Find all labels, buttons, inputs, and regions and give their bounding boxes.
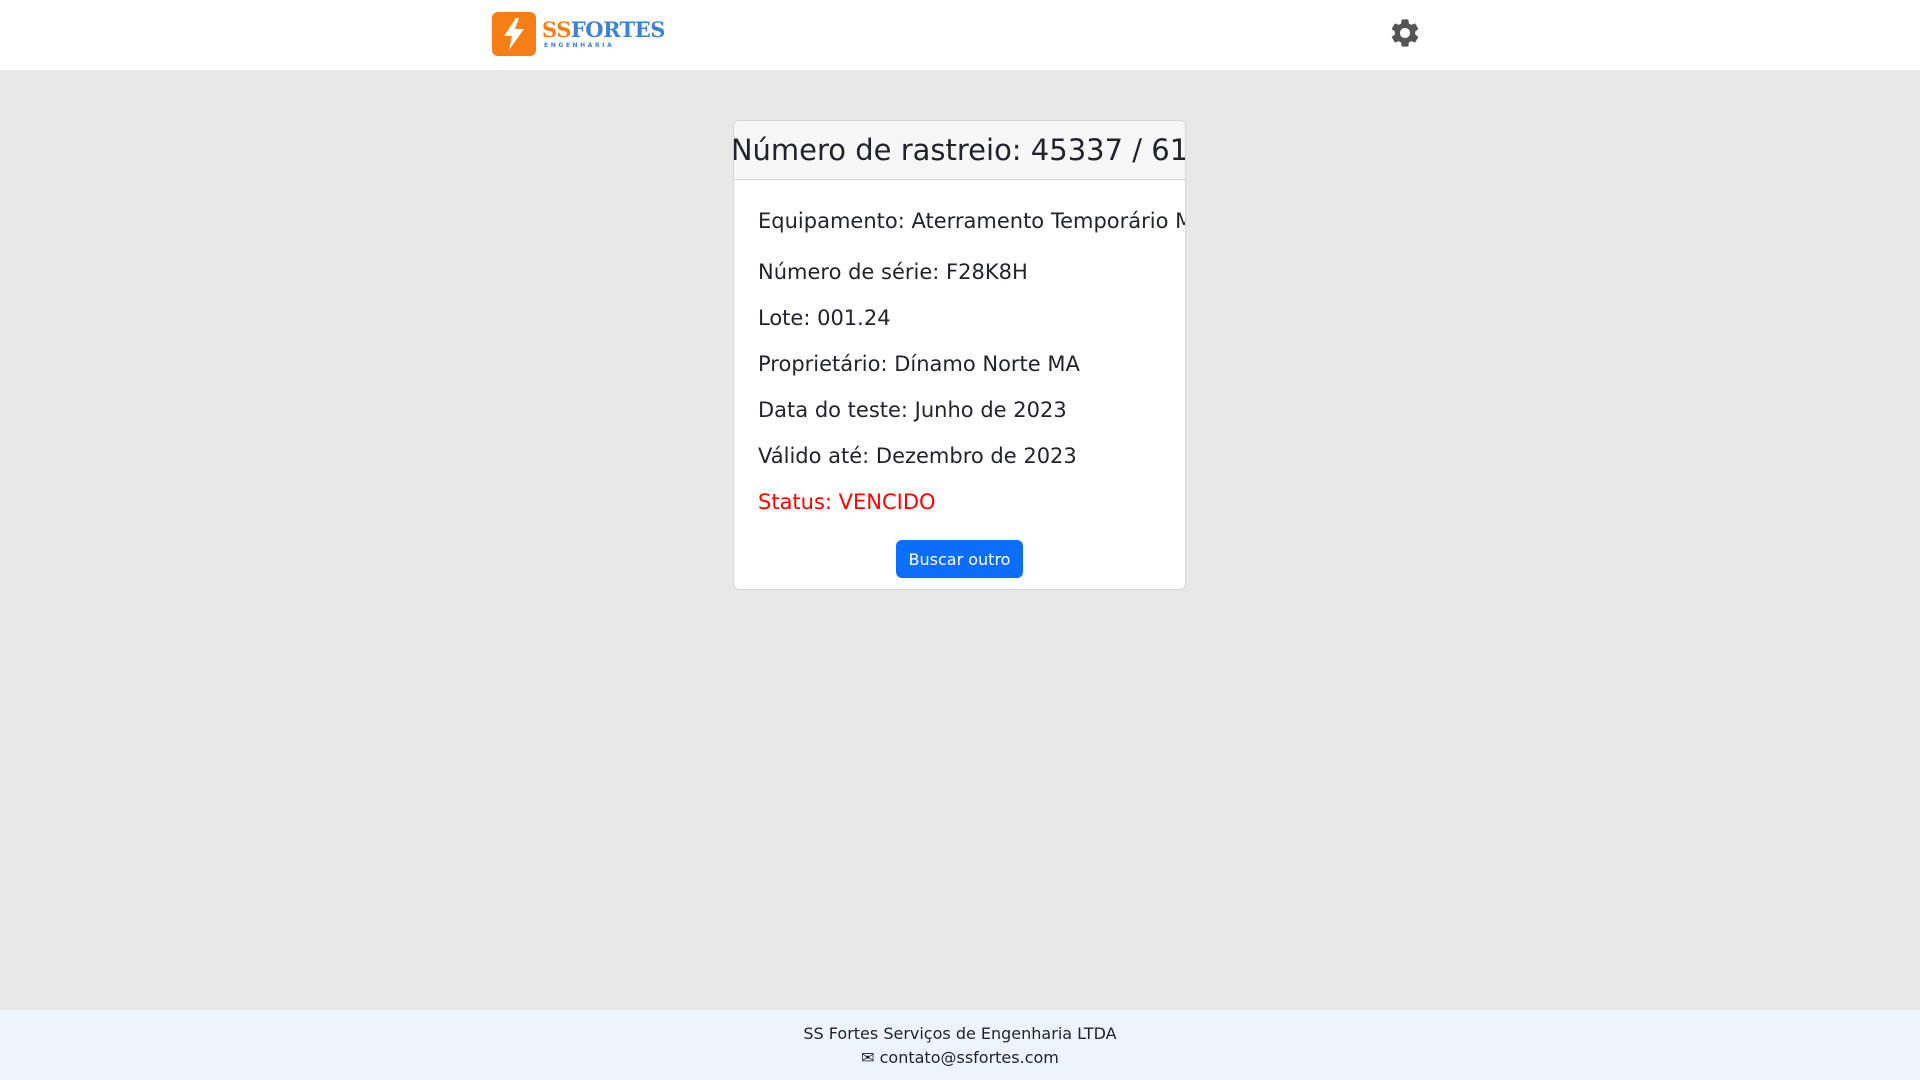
contact-email-line: ✉ contato@ssfortes.com [0,1046,1920,1070]
serial-number-field: Número de série: F28K8H [758,260,1028,284]
top-navbar: SSFORTES ENGENHARIA [0,0,1920,70]
brand-name-fortes: FORTES [570,17,666,42]
status-field: Status: VENCIDO [758,490,936,514]
batch-field: Lote: 001.24 [758,306,891,330]
owner-field: Proprietário: Dínamo Norte MA [758,352,1080,376]
brand-subtitle: ENGENHARIA [544,42,615,49]
brand-name-ss: SS [542,17,571,42]
valid-until-field: Válido até: Dezembro de 2023 [758,444,1077,468]
company-name: SS Fortes Serviços de Engenharia LTDA [803,1024,1117,1043]
card-body: Equipamento: Aterramento Temporário MT N… [734,180,1185,578]
contact-email-link[interactable]: ✉ contato@ssfortes.com [861,1048,1059,1067]
brand-wordmark: SSFORTES ENGENHARIA [542,19,665,49]
tracking-result-card: Número de rastreio: 45337 / 61 Equipamen… [733,120,1186,590]
gear-icon [1388,16,1422,54]
equipment-field: Equipamento: Aterramento Temporário MT [758,209,1186,233]
page-footer: SS Fortes Serviços de Engenharia LTDA ✉ … [0,1010,1920,1080]
tracking-number-title: Número de rastreio: 45337 / 61 [733,133,1186,167]
test-date-field: Data do teste: Junho de 2023 [758,398,1067,422]
brand-logo[interactable]: SSFORTES ENGENHARIA [492,12,665,56]
settings-button[interactable] [1386,16,1424,54]
card-header: Número de rastreio: 45337 / 61 [734,121,1185,180]
search-another-button[interactable]: Buscar outro [895,540,1024,578]
button-container: Buscar outro [758,540,1161,578]
lightning-bolt-icon [492,12,536,56]
